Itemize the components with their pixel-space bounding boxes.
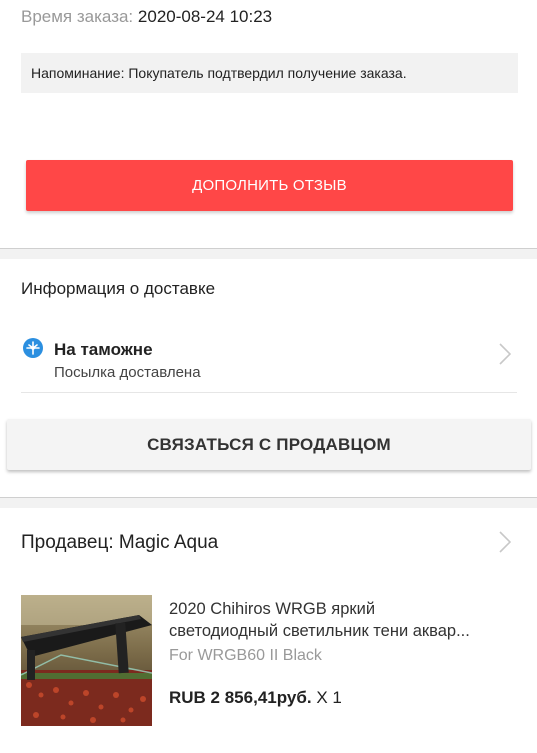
order-time-value: 2020-08-24 10:23 — [137, 7, 273, 26]
order-time: Время заказа: 2020-08-24 10:23 — [21, 7, 272, 27]
add-review-button[interactable]: ДОПОЛНИТЬ ОТЗЫВ — [26, 160, 513, 211]
product-price: RUB 2 856,41руб. — [169, 688, 312, 707]
customs-status-icon — [23, 338, 43, 358]
order-time-label: Время заказа: — [21, 7, 134, 26]
chevron-right-icon[interactable] — [499, 343, 511, 365]
delivery-status: На таможне — [54, 340, 153, 359]
reminder-box: Напоминание: Покупатель подтвердил получ… — [21, 53, 518, 93]
product-quantity: X 1 — [316, 688, 342, 707]
section-divider — [0, 248, 537, 259]
chevron-right-icon[interactable] — [499, 531, 511, 553]
product-title-line2: светодиодный светильник тени аквар... — [169, 622, 470, 640]
product-price-row: RUB 2 856,41руб. X 1 — [169, 688, 342, 708]
delivery-status-detail: Посылка доставлена — [54, 364, 201, 381]
reminder-text: Напоминание: Покупатель подтвердил получ… — [31, 65, 407, 81]
product-title-line1: 2020 Chihiros WRGB яркий — [169, 600, 376, 618]
product-title[interactable]: 2020 Chihiros WRGB яркий светодиодный св… — [169, 598, 524, 642]
product-image[interactable] — [21, 595, 152, 726]
divider — [21, 392, 517, 393]
product-variant: For WRGB60 II Black — [169, 647, 322, 664]
seller-name[interactable]: Продавец: Magic Aqua — [21, 532, 218, 554]
delivery-info-title: Информация о доставке — [21, 279, 216, 298]
section-divider — [0, 497, 537, 508]
contact-seller-button[interactable]: СВЯЗАТЬСЯ С ПРОДАВЦОМ — [7, 419, 531, 470]
